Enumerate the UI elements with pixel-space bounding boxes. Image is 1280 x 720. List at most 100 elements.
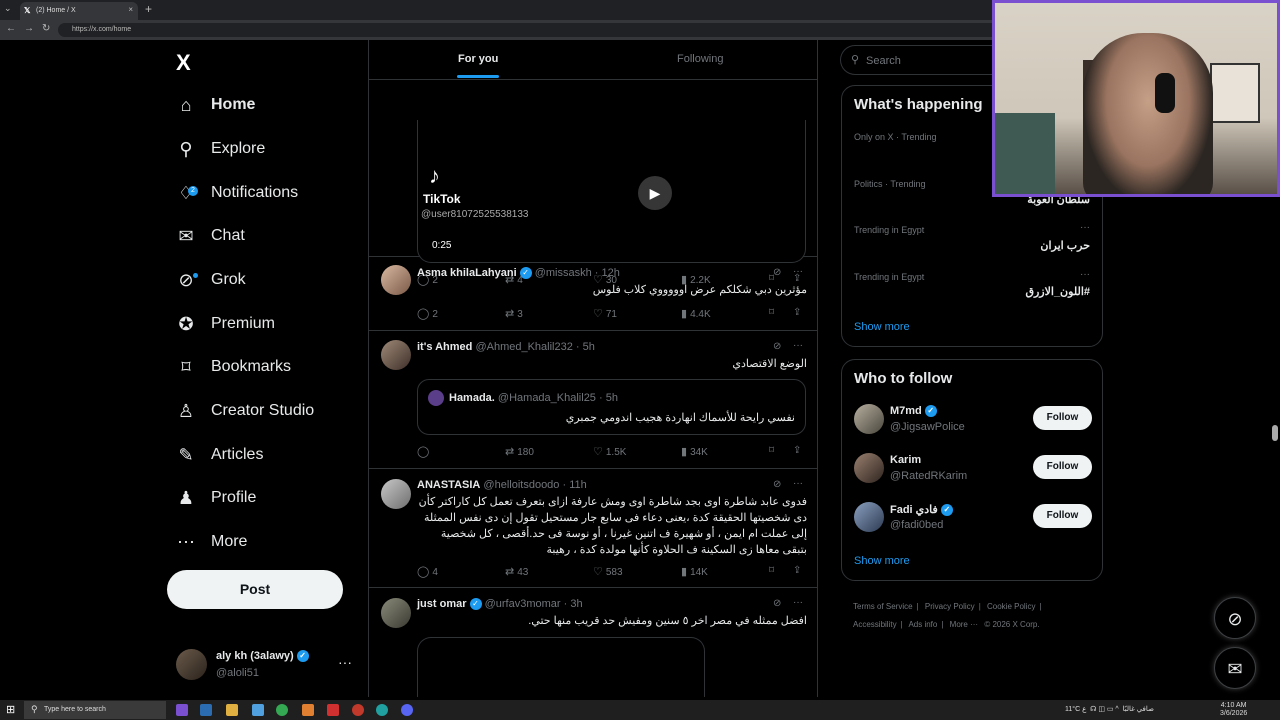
tweet-author[interactable]: ANASTASIA bbox=[417, 479, 480, 491]
views-button[interactable]: ▮ 14K bbox=[681, 565, 708, 578]
tweet-handle[interactable]: @missaskh bbox=[535, 267, 592, 279]
scrollbar-thumb[interactable] bbox=[1272, 425, 1278, 441]
taskbar-clock[interactable]: 4:10 AM 3/6/2026 bbox=[1220, 702, 1247, 718]
edge-icon[interactable] bbox=[376, 704, 388, 716]
footer-link[interactable]: Accessibility bbox=[853, 620, 897, 629]
nav-item-explore[interactable]: ⚲ Explore bbox=[176, 134, 265, 164]
nav-item-bookmarks[interactable]: ⌑ Bookmarks bbox=[176, 352, 291, 382]
grok-icon[interactable]: ⊘ bbox=[773, 267, 781, 278]
tweet[interactable]: Asma khilaLahyani ✓ @missaskh · 12h ⊘ ···… bbox=[369, 257, 817, 331]
tweet-more-icon[interactable]: ··· bbox=[793, 340, 803, 351]
footer-link[interactable]: Terms of Service bbox=[853, 602, 913, 611]
trending-show-more[interactable]: Show more bbox=[854, 321, 910, 333]
file-explorer-icon[interactable] bbox=[226, 704, 238, 716]
bookmark-button[interactable]: ⌑ bbox=[769, 307, 774, 318]
quoted-tweet[interactable]: Hamada. @Hamada_Khalil25 · 5h نفسي رايحة… bbox=[417, 379, 806, 435]
tweet-video[interactable]: ▶ ♪ TikTok @user81072525538133 0:25 ◯ 2 ⇄… bbox=[369, 80, 817, 286]
video-player[interactable]: ▶ bbox=[417, 120, 806, 263]
nav-item-profile[interactable]: ♟ Profile bbox=[176, 483, 256, 513]
chrome-icon[interactable] bbox=[276, 704, 288, 716]
follow-button[interactable]: Follow bbox=[1033, 455, 1092, 479]
tweet-author[interactable]: just omar bbox=[417, 598, 467, 610]
nav-item-more[interactable]: ⋯ More bbox=[176, 527, 247, 557]
avatar[interactable] bbox=[854, 502, 884, 532]
tweet-author[interactable]: Asma khilaLahyani bbox=[417, 267, 517, 279]
avatar[interactable] bbox=[381, 265, 411, 295]
tweet-more-icon[interactable]: ··· bbox=[793, 266, 803, 277]
avatar[interactable] bbox=[854, 453, 884, 483]
avatar[interactable] bbox=[381, 598, 411, 628]
app-icon[interactable] bbox=[200, 704, 212, 716]
bookmark-button[interactable]: ⌑ bbox=[769, 445, 774, 456]
like-button[interactable]: ♡ 1.5K bbox=[593, 445, 626, 458]
tweet[interactable]: just omar ✓ @urfav3momar · 3h ⊘ ··· افضل … bbox=[369, 588, 817, 697]
grok-icon[interactable]: ⊘ bbox=[773, 341, 781, 352]
weather-temp[interactable]: 11°C bbox=[1065, 706, 1080, 713]
bookmark-button[interactable]: ⌑ bbox=[769, 565, 774, 576]
tweet-time[interactable]: 3h bbox=[570, 598, 582, 610]
tweet-author[interactable]: it's Ahmed bbox=[417, 341, 472, 353]
trend-more-icon[interactable]: ··· bbox=[1080, 269, 1090, 280]
views-button[interactable]: ▮ 34K bbox=[681, 445, 708, 458]
grok-icon[interactable]: ⊘ bbox=[773, 598, 781, 609]
input-language[interactable]: ع bbox=[1082, 706, 1086, 713]
repost-button[interactable]: ⇄ 43 bbox=[505, 565, 528, 578]
tweet-handle[interactable]: @Ahmed_Khalil232 bbox=[475, 341, 572, 353]
footer-link[interactable]: Ads info bbox=[908, 620, 937, 629]
tweet-media[interactable] bbox=[417, 637, 705, 697]
nav-item-notifications[interactable]: ♢ 2 Notifications bbox=[176, 178, 298, 208]
weather-text[interactable]: صافي غالبًا bbox=[1123, 706, 1154, 713]
nav-item-grok[interactable]: ⊘ Grok bbox=[176, 265, 245, 295]
like-button[interactable]: ♡ 583 bbox=[593, 565, 623, 578]
avatar[interactable] bbox=[854, 404, 884, 434]
app-icon[interactable] bbox=[352, 704, 364, 716]
tweet-more-icon[interactable]: ··· bbox=[793, 597, 803, 608]
nav-item-creator-studio[interactable]: ♙ Creator Studio bbox=[176, 396, 314, 426]
follow-suggestion[interactable]: Karim @RatedRKarim Follow bbox=[854, 451, 1092, 487]
share-icon[interactable]: ⇪ bbox=[793, 307, 801, 318]
account-more-icon[interactable]: ··· bbox=[338, 654, 352, 670]
tweet-handle[interactable]: @urfav3momar bbox=[485, 598, 561, 610]
app-icon[interactable] bbox=[252, 704, 264, 716]
search-input[interactable]: ⚲ Search bbox=[840, 45, 1000, 75]
post-button[interactable]: Post bbox=[167, 570, 343, 609]
who-to-follow-show-more[interactable]: Show more bbox=[854, 555, 910, 567]
windows-start-icon[interactable]: ⊞ bbox=[6, 703, 15, 716]
taskbar-search[interactable]: ⚲ Type here to search bbox=[24, 701, 166, 719]
close-tab-icon[interactable]: × bbox=[128, 5, 133, 14]
nav-item-articles[interactable]: ✎ Articles bbox=[176, 440, 263, 470]
footer-link[interactable]: Privacy Policy bbox=[925, 602, 975, 611]
avatar[interactable] bbox=[381, 340, 411, 370]
reload-icon[interactable]: ↻ bbox=[42, 23, 50, 34]
avatar[interactable] bbox=[381, 479, 411, 509]
follow-button[interactable]: Follow bbox=[1033, 406, 1092, 430]
nav-item-home[interactable]: ⌂ Home bbox=[176, 90, 256, 120]
new-tab-icon[interactable]: + bbox=[145, 2, 152, 16]
back-icon[interactable]: ← bbox=[6, 23, 16, 34]
account-switcher[interactable]: aly kh (3alawy) ✓ @aloli51 ··· bbox=[176, 648, 356, 682]
repost-button[interactable]: ⇄ 180 bbox=[505, 445, 534, 458]
tab-search-icon[interactable]: ⌄ bbox=[4, 3, 12, 14]
share-icon[interactable]: ⇪ bbox=[793, 565, 801, 576]
tab-following[interactable]: Following bbox=[677, 53, 723, 65]
tab-for-you[interactable]: For you bbox=[458, 53, 498, 65]
forward-icon[interactable]: → bbox=[24, 23, 34, 34]
grok-icon[interactable]: ⊘ bbox=[773, 479, 781, 490]
app-icon[interactable] bbox=[302, 704, 314, 716]
tweet-time[interactable]: 11h bbox=[569, 479, 587, 491]
discord-icon[interactable] bbox=[401, 704, 413, 716]
tweet[interactable]: it's Ahmed @Ahmed_Khalil232 · 5h ⊘ ··· ا… bbox=[369, 331, 817, 469]
nav-item-premium[interactable]: ✪ Premium bbox=[176, 309, 275, 339]
app-icon[interactable] bbox=[176, 704, 188, 716]
nav-item-chat[interactable]: ✉ Chat bbox=[176, 221, 244, 251]
reply-button[interactable]: ◯ 4 bbox=[417, 565, 438, 578]
tweet[interactable]: ANASTASIA @helloitsdoodo · 11h ⊘ ··· فدو… bbox=[369, 469, 817, 588]
grok-fab-icon[interactable]: ⊘ bbox=[1214, 597, 1256, 639]
play-icon[interactable]: ▶ bbox=[638, 176, 672, 210]
trend-more-icon[interactable]: ··· bbox=[1080, 222, 1090, 233]
reply-button[interactable]: ◯ bbox=[417, 445, 432, 458]
repost-button[interactable]: ⇄ 3 bbox=[505, 307, 523, 320]
footer-link[interactable]: More ··· bbox=[950, 620, 978, 629]
tweet-more-icon[interactable]: ··· bbox=[793, 478, 803, 489]
tweet-time[interactable]: 5h bbox=[583, 341, 595, 353]
